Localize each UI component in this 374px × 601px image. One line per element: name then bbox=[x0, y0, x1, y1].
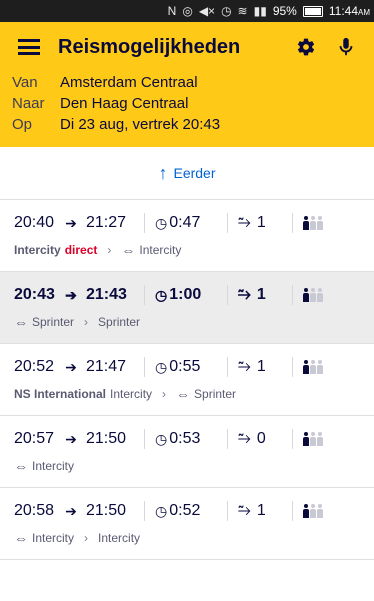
arrow-right-icon: ➔ bbox=[65, 502, 77, 519]
page-title: Reismogelijkheden bbox=[58, 35, 241, 58]
departure-time: 20:58 bbox=[14, 502, 55, 519]
train-type: NS International bbox=[14, 387, 107, 401]
trip-duration: 0:52 bbox=[169, 502, 201, 519]
trip-option[interactable]: 20:57 ➔ 21:50 ◷ 0:53 ⥲ 0 ⇔ Intercity bbox=[0, 416, 374, 488]
arrow-right-icon: ➔ bbox=[65, 430, 77, 447]
arrow-right-icon: ➔ bbox=[65, 358, 77, 375]
chevron-right-icon: › bbox=[84, 531, 89, 545]
transfer-arrows-icon: ⇔ bbox=[176, 386, 191, 402]
microphone-icon[interactable] bbox=[330, 31, 362, 63]
transfer-arrows-icon: ⇔ bbox=[121, 242, 136, 258]
route-summary[interactable]: Van Amsterdam Centraal Naar Den Haag Centr… bbox=[0, 72, 374, 147]
transfer-icon: ⥲ bbox=[238, 502, 251, 519]
nfc-icon: N bbox=[167, 4, 177, 18]
battery-percent: 95% bbox=[272, 4, 297, 18]
arrival-time: 21:47 bbox=[86, 358, 127, 375]
earlier-button[interactable]: ↑ Eerder bbox=[0, 147, 374, 200]
arrival-time: 21:50 bbox=[86, 502, 127, 519]
train-type: Intercity bbox=[32, 459, 75, 473]
train-type: Sprinter bbox=[32, 315, 75, 329]
transfer-icon: ⥲ bbox=[238, 358, 251, 375]
trip-duration: 0:47 bbox=[169, 214, 201, 231]
trip-duration: 0:55 bbox=[169, 358, 201, 375]
clock-icon: ◷ bbox=[155, 286, 168, 303]
transfer-count: 0 bbox=[256, 430, 266, 447]
arrow-right-icon: ➔ bbox=[65, 214, 77, 231]
arrival-time: 21:27 bbox=[86, 214, 127, 231]
transfer-arrows-icon: ⇔ bbox=[14, 314, 28, 330]
to-station: Den Haag Centraal bbox=[60, 95, 189, 112]
trip-duration: 1:00 bbox=[169, 286, 202, 303]
header: Reismogelijkheden Van Amsterdam Centraal … bbox=[0, 22, 374, 147]
direct-badge: direct bbox=[64, 243, 98, 257]
transfer-icon: ⥲ bbox=[238, 214, 251, 231]
signal-icon: ▮▮ bbox=[253, 4, 267, 18]
train-type: Intercity bbox=[110, 387, 153, 401]
status-time: 11:44AM bbox=[328, 4, 370, 18]
departure-time: 20:40 bbox=[14, 214, 55, 231]
chevron-right-icon: › bbox=[162, 387, 167, 401]
departure-time: Di 23 aug, vertrek 20:43 bbox=[60, 116, 221, 133]
transfer-arrows-icon: ⇔ bbox=[14, 458, 28, 474]
trip-option[interactable]: 20:52 ➔ 21:47 ◷ 0:55 ⥲ 1 NS International … bbox=[0, 344, 374, 416]
train-type: Sprinter bbox=[98, 315, 141, 329]
transfer-count: 1 bbox=[256, 286, 266, 303]
alarm-icon: ◎ bbox=[182, 4, 193, 18]
settings-gear-icon[interactable] bbox=[290, 31, 322, 63]
trip-option-selected[interactable]: 20:43 ➔ 21:43 ◷ 1:00 ⥲ 1 ⇔ Sprinter › Spri… bbox=[0, 272, 374, 344]
toolbar: Reismogelijkheden bbox=[0, 22, 374, 72]
from-label: Van bbox=[12, 74, 38, 91]
from-station: Amsterdam Centraal bbox=[60, 74, 198, 91]
arrival-time: 21:50 bbox=[86, 430, 127, 447]
departure-time: 20:57 bbox=[14, 430, 55, 447]
battery-icon bbox=[302, 5, 323, 17]
departure-time: 20:43 bbox=[14, 286, 55, 303]
arrow-right-icon: ➔ bbox=[65, 286, 77, 303]
crowd-icon bbox=[303, 288, 323, 302]
trip-option[interactable]: 20:40 ➔ 21:27 ◷ 0:47 ⥲ 1 Intercity direct … bbox=[0, 200, 374, 272]
trip-duration: 0:53 bbox=[169, 430, 201, 447]
wifi-icon: ≋ bbox=[237, 4, 248, 18]
crowd-icon bbox=[303, 216, 323, 230]
transfer-count: 1 bbox=[256, 214, 266, 231]
train-type: Sprinter bbox=[194, 387, 237, 401]
clock-icon: ◷ bbox=[155, 502, 168, 519]
clock-icon: ◷ bbox=[155, 358, 168, 375]
crowd-icon bbox=[303, 360, 323, 374]
clock-icon: ◷ bbox=[221, 4, 232, 18]
status-bar: N ◎ ◀× ◷ ≋ ▮▮ 95% 11:44AM bbox=[0, 0, 374, 22]
chevron-right-icon: › bbox=[107, 243, 112, 257]
clock-icon: ◷ bbox=[155, 214, 168, 231]
train-type: Intercity bbox=[14, 243, 61, 257]
train-type: Intercity bbox=[139, 243, 182, 257]
transfer-count: 1 bbox=[256, 502, 266, 519]
crowd-icon bbox=[303, 432, 323, 446]
arrow-up-icon: ↑ bbox=[158, 162, 168, 183]
menu-icon[interactable] bbox=[18, 39, 40, 55]
chevron-right-icon: › bbox=[84, 315, 89, 329]
departure-time: 20:52 bbox=[14, 358, 55, 375]
train-type: Intercity bbox=[98, 531, 141, 545]
trip-option[interactable]: 20:58 ➔ 21:50 ◷ 0:52 ⥲ 1 ⇔ Intercity › Int… bbox=[0, 488, 374, 560]
transfer-arrows-icon: ⇔ bbox=[14, 530, 28, 546]
to-label: Naar bbox=[12, 95, 45, 112]
transfer-icon: ⥲ bbox=[238, 430, 251, 447]
clock-icon: ◷ bbox=[155, 430, 168, 447]
mute-icon: ◀× bbox=[198, 4, 216, 18]
train-type: Intercity bbox=[32, 531, 75, 545]
transfer-count: 1 bbox=[256, 358, 266, 375]
when-label: Op bbox=[12, 116, 33, 133]
earlier-label: Eerder bbox=[173, 165, 216, 181]
transfer-icon: ⥲ bbox=[238, 286, 251, 303]
crowd-icon bbox=[303, 504, 323, 518]
arrival-time: 21:43 bbox=[86, 286, 127, 303]
